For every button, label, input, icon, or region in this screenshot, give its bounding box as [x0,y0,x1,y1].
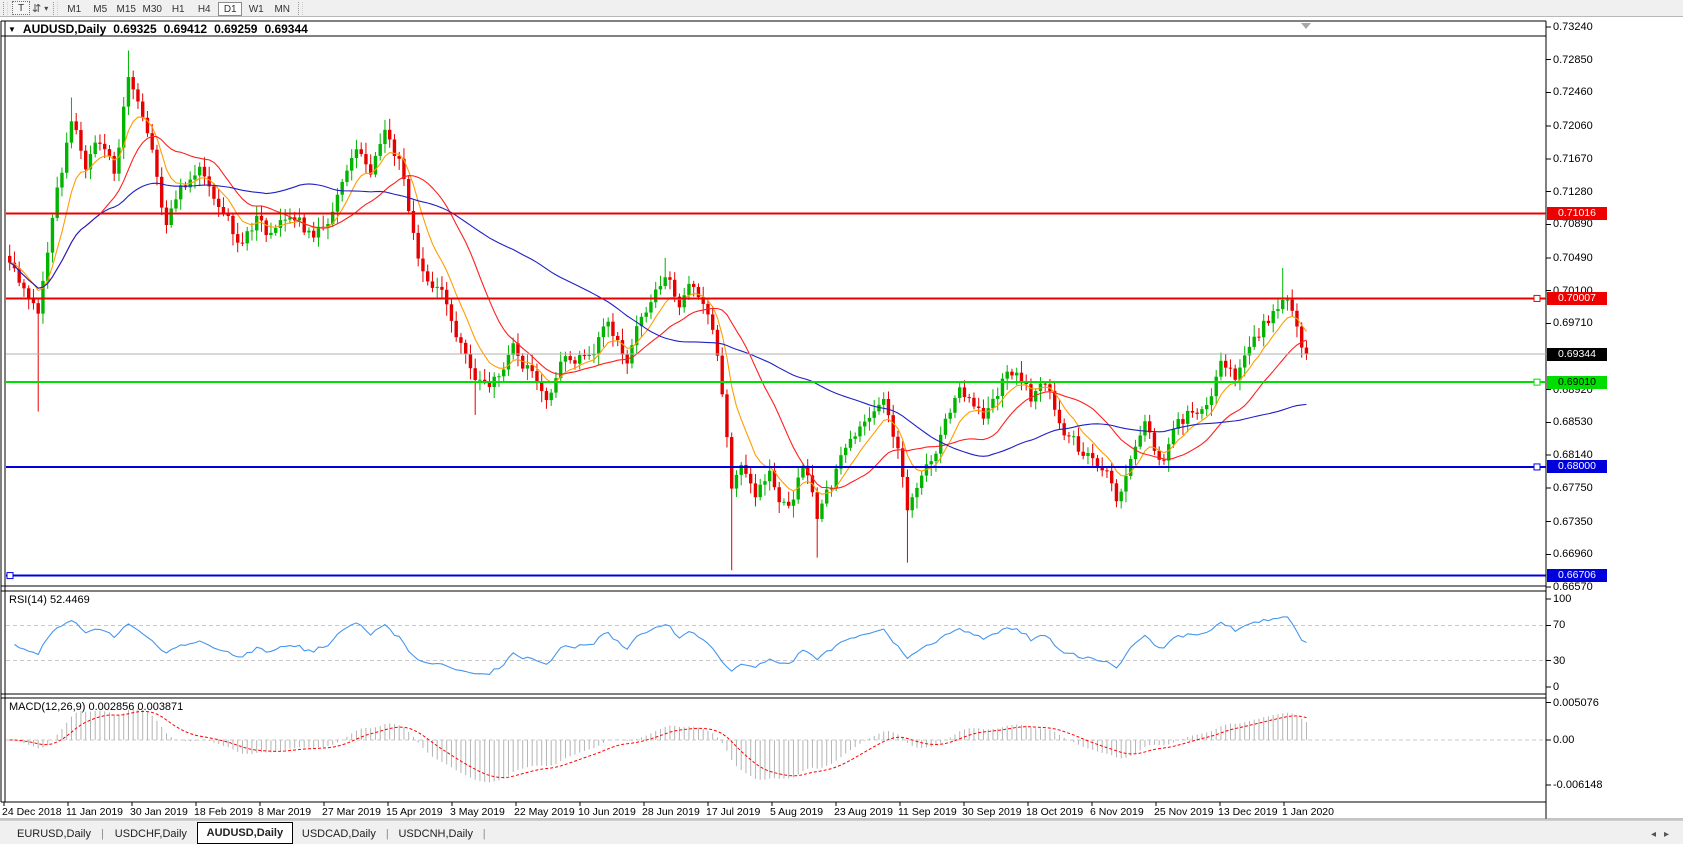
quote-close: 0.69344 [264,22,307,36]
toolbar-grip[interactable] [53,2,58,15]
tab-eurusd[interactable]: EURUSD,Daily [8,825,100,844]
main-chart-canvas[interactable] [2,37,1546,586]
symbol-title: AUDUSD,Daily [23,22,106,36]
price-axis[interactable] [1546,21,1683,819]
tab-audusd[interactable]: AUDUSD,Daily [197,822,293,844]
timeframe-button-m15[interactable]: M15 [114,2,138,16]
chart-title-bar: ▼ AUDUSD,Daily 0.69325 0.69412 0.69259 0… [8,22,308,36]
tab-separator: | [482,825,487,844]
timeframe-buttons: M1M5M15M30H1H4D1W1MN [61,0,295,17]
chart-tab-bar: EURUSD,Daily|USDCHF,DailyAUDUSD,DailyUSD… [0,820,1683,844]
terminal-window: T ⇵ ▾ M1M5M15M30H1H4D1W1MN ▼ AUDUSD,Dail… [0,0,1683,844]
toolbar-grip[interactable] [298,2,303,15]
quote-high: 0.69412 [164,22,207,36]
macd-panel-canvas[interactable] [2,698,1546,802]
chart-shift-icon [1301,23,1311,29]
collapse-icon[interactable]: ▼ [8,25,16,34]
timeframe-button-h1[interactable]: H1 [166,2,190,16]
chevron-down-icon[interactable]: ▾ [44,4,48,13]
tab-usdcnh[interactable]: USDCNH,Daily [390,825,482,844]
tab-scroll-arrows: ◂▸ [1651,829,1677,840]
timeframe-button-m1[interactable]: M1 [62,2,86,16]
scroll-left-icon[interactable]: ◂ [1651,829,1664,840]
timeframe-button-mn[interactable]: MN [270,2,294,16]
timeframe-button-h4[interactable]: H4 [192,2,216,16]
timeframe-button-m30[interactable]: M30 [140,2,164,16]
toolbar: T ⇵ ▾ M1M5M15M30H1H4D1W1MN [0,0,1683,17]
tab-usdcad[interactable]: USDCAD,Daily [293,825,385,844]
tab-usdchf[interactable]: USDCHF,Daily [105,825,197,844]
chart-tabs: EURUSD,Daily|USDCHF,DailyAUDUSD,DailyUSD… [8,822,487,844]
toolbar-grip[interactable] [3,2,8,15]
text-tool-button[interactable]: T [12,1,30,15]
rsi-panel-canvas[interactable] [2,591,1546,694]
cycle-symbols-icon[interactable]: ⇵ [32,2,41,15]
quote-low: 0.69259 [214,22,257,36]
scroll-right-icon[interactable]: ▸ [1664,829,1677,840]
timeframe-button-m5[interactable]: M5 [88,2,112,16]
timeframe-button-d1[interactable]: D1 [218,2,242,16]
quote-open: 0.69325 [113,22,156,36]
timeframe-button-w1[interactable]: W1 [244,2,268,16]
date-axis[interactable] [0,802,1546,819]
